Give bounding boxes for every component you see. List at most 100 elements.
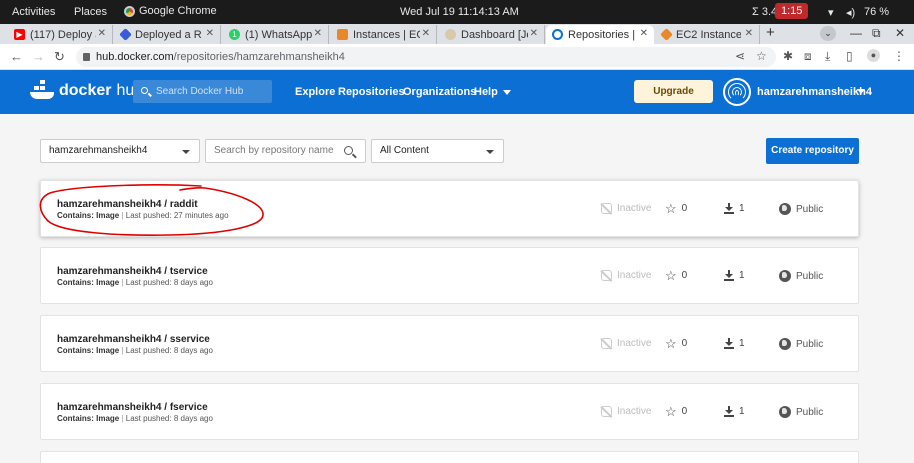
side-panel-icon[interactable]: ▯ (846, 49, 853, 63)
visibility-label: Public (796, 338, 824, 350)
visibility: Public (779, 203, 823, 215)
tab-repositories[interactable]: Repositories | ✕ (546, 25, 654, 44)
inactive-icon (601, 203, 612, 214)
repository-name[interactable]: hamzarehmansheikh4 / tservice (57, 266, 208, 277)
back-icon[interactable]: ← (10, 49, 23, 64)
last-pushed: Last pushed: 8 days ago (125, 414, 213, 423)
download-icon (724, 203, 734, 214)
status-label: Inactive (617, 270, 652, 281)
tab-deployed[interactable]: Deployed a Re ✕ (115, 25, 221, 44)
places-menu[interactable]: Places (74, 6, 107, 18)
docker-icon (552, 29, 563, 40)
url-path: /repositories/hamzarehmansheikh4 (173, 51, 345, 63)
tab-label: (117) Deploy a (30, 28, 96, 41)
repository-row[interactable]: hamzarehmansheikh4 / tservice Contains: … (40, 247, 859, 304)
namespace-select[interactable]: hamzarehmansheikh4 (40, 139, 200, 163)
system-top-bar: Activities Places Google Chrome Wed Jul … (0, 0, 914, 24)
stars-value: 0 (681, 406, 688, 417)
recording-timer[interactable]: 1:15 (775, 3, 809, 19)
inactive-icon (601, 270, 612, 281)
new-tab-button[interactable]: + (766, 24, 775, 41)
address-toolbar: ← → ↻ hub.docker.com/repositories/hamzar… (0, 44, 914, 70)
close-icon[interactable]: ✕ (745, 28, 753, 39)
bookmark-star-icon[interactable]: ☆ (756, 49, 767, 63)
url-bar[interactable]: hub.docker.com/repositories/hamzarehmans… (76, 47, 776, 67)
repository-name[interactable]: hamzarehmansheikh4 / raddit (57, 199, 198, 210)
pull-count: 1 (724, 406, 745, 417)
stars-value: 0 (681, 338, 688, 349)
battery-indicator[interactable]: 76 % (864, 6, 889, 18)
globe-icon (779, 270, 791, 282)
search-placeholder: Search Docker Hub (156, 86, 244, 97)
close-icon[interactable]: ✕ (206, 28, 214, 39)
visibility-label: Public (796, 406, 824, 418)
dockerhub-logo[interactable]: docker hub (30, 80, 143, 100)
activities-button[interactable]: Activities (12, 6, 55, 18)
system-clock[interactable]: Wed Jul 19 11:14:13 AM (400, 6, 519, 18)
star-icon: ☆ (665, 200, 677, 216)
download-icon[interactable]: ⤓ (825, 49, 830, 64)
restore-icon[interactable]: ⧉ (872, 26, 881, 41)
kebab-menu-icon[interactable]: ⋮ (893, 49, 905, 63)
last-pushed: Last pushed: 8 days ago (125, 346, 213, 355)
chrome-icon (124, 5, 135, 17)
tab-instances[interactable]: Instances | EC ✕ (331, 25, 437, 44)
repository-name[interactable]: hamzarehmansheikh4 / sservice (57, 334, 210, 345)
jenkins-icon (445, 29, 456, 40)
tab-label: Dashboard [Je (461, 28, 528, 41)
share-icon[interactable]: ⋖ (735, 49, 745, 63)
chevron-down-icon[interactable] (857, 89, 865, 94)
repository-meta: Contains: Image | Last pushed: 8 days ag… (57, 414, 213, 423)
tab-whatsapp[interactable]: 1 (1) WhatsApp ✕ (223, 25, 329, 44)
tab-label: Repositories | (568, 28, 636, 41)
close-icon[interactable]: ✕ (98, 28, 106, 39)
nav-help[interactable]: Help (474, 86, 498, 98)
create-repository-button[interactable]: Create repository (766, 138, 859, 164)
tab-jenkins[interactable]: Dashboard [Je ✕ (439, 25, 545, 44)
star-count: ☆ 0 (665, 337, 688, 350)
close-icon[interactable]: ✕ (422, 28, 430, 39)
tab-label: EC2 Instance C (676, 28, 741, 41)
close-icon[interactable]: ✕ (640, 28, 648, 39)
visibility: Public (779, 270, 823, 282)
tab-ec2[interactable]: EC2 Instance C ✕ (656, 25, 760, 44)
repository-row[interactable]: hamzarehmansheikh4 / sservice Contains: … (40, 315, 859, 372)
close-icon[interactable]: ✕ (314, 28, 322, 39)
wifi-icon[interactable]: ▾ (828, 6, 834, 19)
last-pushed: Last pushed: 27 minutes ago (125, 211, 229, 220)
lock-icon (83, 53, 90, 61)
repository-row-partial (40, 451, 859, 463)
docker-whale-icon (30, 80, 54, 99)
repository-meta: Contains: Image | Last pushed: 27 minute… (57, 211, 229, 220)
volume-icon[interactable]: ◂) (846, 6, 855, 19)
minimize-icon[interactable]: — (850, 26, 862, 40)
inactive-status: Inactive (601, 406, 651, 417)
close-window-icon[interactable]: ✕ (895, 26, 905, 40)
tab-youtube[interactable]: ▶ (117) Deploy a ✕ (8, 25, 113, 44)
nav-explore[interactable]: Explore (295, 86, 335, 98)
pulls-value: 1 (739, 338, 745, 349)
tab-search-icon[interactable]: ⌄ (820, 26, 836, 41)
fingerprint-avatar-icon[interactable] (723, 78, 751, 106)
profile-avatar-icon[interactable]: ● (867, 49, 880, 62)
content-filter-select[interactable]: All Content (371, 139, 504, 163)
nav-repositories[interactable]: Repositories (338, 86, 405, 98)
close-icon[interactable]: ✕ (530, 28, 538, 39)
puzzle-icon[interactable]: ⧈ (804, 49, 812, 64)
username-menu[interactable]: hamzarehmansheikh4 (757, 86, 872, 98)
help-chevron-down-icon[interactable] (503, 90, 511, 95)
dockerhub-search-input[interactable]: Search Docker Hub (133, 80, 272, 103)
extensions-icon[interactable]: ✱ (783, 49, 793, 63)
repository-name[interactable]: hamzarehmansheikh4 / fservice (57, 402, 208, 413)
nav-organizations[interactable]: Organizations (403, 86, 476, 98)
app-menu-chrome[interactable]: Google Chrome (124, 5, 217, 17)
forward-icon[interactable]: → (32, 49, 45, 64)
inactive-icon (601, 338, 612, 349)
repository-row[interactable]: hamzarehmansheikh4 / raddit Contains: Im… (40, 180, 859, 237)
repository-row[interactable]: hamzarehmansheikh4 / fservice Contains: … (40, 383, 859, 440)
reload-icon[interactable]: ↻ (54, 49, 65, 65)
repository-search-input[interactable]: Search by repository name (205, 139, 366, 163)
diamond-icon (119, 28, 132, 41)
upgrade-button[interactable]: Upgrade (634, 80, 713, 103)
search-icon (344, 146, 353, 155)
